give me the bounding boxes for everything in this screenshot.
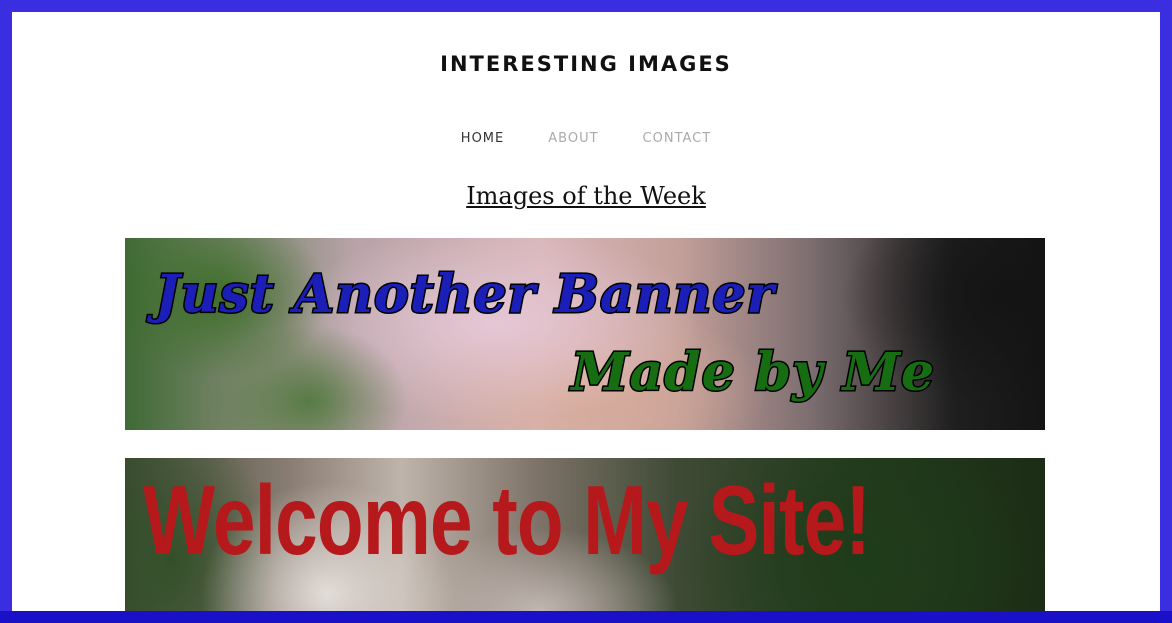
section-heading: Images of the Week <box>12 182 1160 210</box>
banner-2-text: Welcome to My Site! <box>143 465 871 575</box>
section-heading-text: Images of the Week <box>466 182 706 210</box>
site-title[interactable]: INTERESTING IMAGES <box>12 52 1160 76</box>
banner-1-line2: Made by Me <box>569 341 936 405</box>
nav-item-about[interactable]: ABOUT <box>548 131 598 146</box>
banner-image-2: Welcome to My Site! <box>125 458 1045 623</box>
banner-image-1: Just Another Banner Made by Me <box>125 238 1045 430</box>
banner-1-line1: Just Another Banner <box>154 263 776 327</box>
frame-bottom-border <box>0 611 1172 623</box>
page-frame: INTERESTING IMAGES HOME ABOUT CONTACT Im… <box>12 12 1160 623</box>
nav-item-contact[interactable]: CONTACT <box>643 131 712 146</box>
main-nav: HOME ABOUT CONTACT <box>12 131 1160 146</box>
nav-item-home[interactable]: HOME <box>461 131 504 146</box>
